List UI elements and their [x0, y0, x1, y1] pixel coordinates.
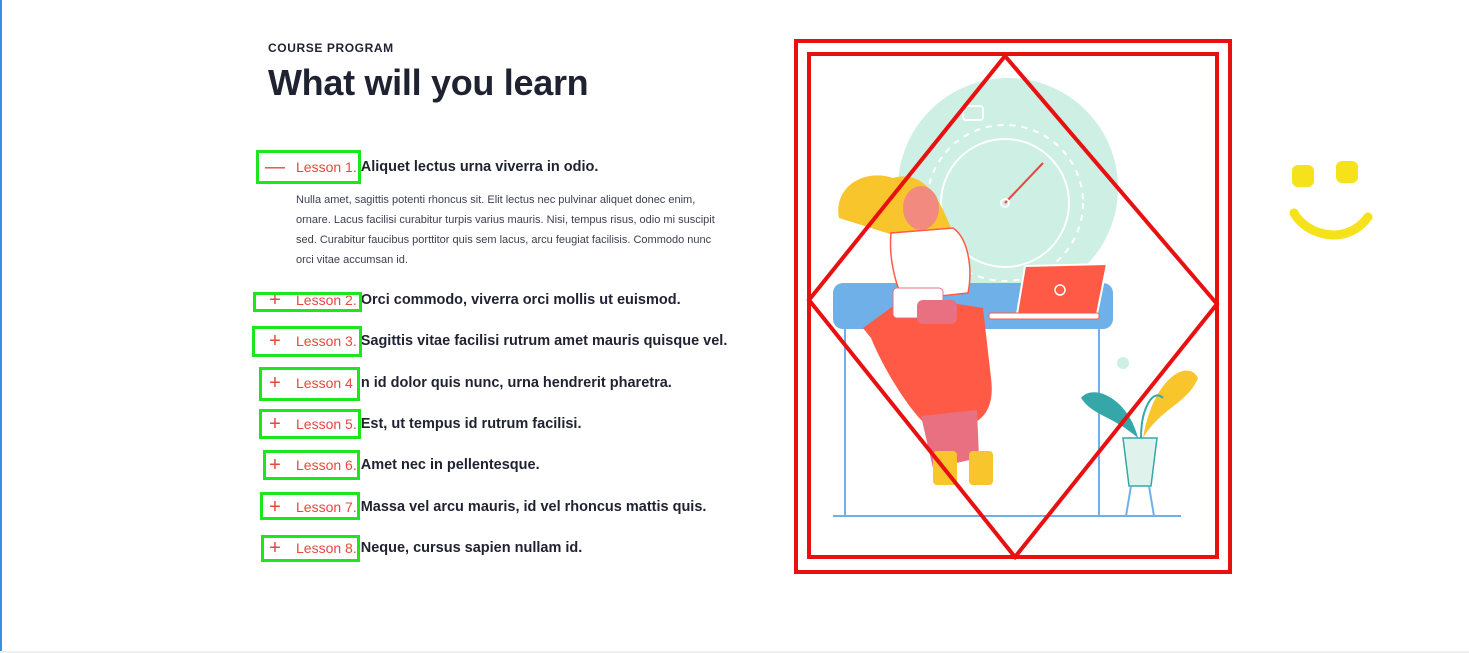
lesson-item-3[interactable]: + Lesson 3. Sagittis vitae facilisi rutr…: [262, 326, 727, 356]
minus-icon[interactable]: —: [262, 157, 288, 177]
lesson-number: Lesson 1.: [296, 159, 357, 175]
dot-decoration: [1117, 357, 1129, 369]
lesson-title: Massa vel arcu mauris, id vel rhoncus ma…: [360, 499, 707, 515]
lesson-number: Lesson 8.: [296, 540, 357, 556]
lesson-number: Lesson 4: [296, 375, 353, 391]
plus-icon[interactable]: +: [262, 290, 288, 310]
lesson-number: Lesson 2.: [296, 292, 357, 308]
lesson-item-8[interactable]: + Lesson 8. Neque, cursus sapien nullam …: [262, 533, 582, 563]
lesson-title: Aliquet lectus urna viverra in odio.: [360, 159, 599, 175]
plus-icon[interactable]: +: [262, 331, 288, 351]
plus-icon[interactable]: +: [262, 373, 288, 393]
lesson-item-2[interactable]: + Lesson 2. Orci commodo, viverra orci m…: [262, 285, 681, 315]
lesson-title: Orci commodo, viverra orci mollis ut eui…: [360, 292, 681, 308]
lesson-title: In id dolor quis nunc, urna hendrerit ph…: [356, 375, 672, 391]
lesson-number: Lesson 5.: [296, 416, 357, 432]
plus-icon[interactable]: +: [262, 538, 288, 558]
lesson-title: Est, ut tempus id rutrum facilisi.: [360, 416, 582, 432]
lesson-number: Lesson 3.: [296, 333, 357, 349]
plus-icon[interactable]: +: [262, 414, 288, 434]
course-illustration: [794, 39, 1232, 574]
lesson-number: Lesson 6.: [296, 457, 357, 473]
lesson-item-7[interactable]: + Lesson 7. Massa vel arcu mauris, id ve…: [262, 492, 706, 522]
lesson-number: Lesson 7.: [296, 499, 357, 515]
lesson-item-5[interactable]: + Lesson 5. Est, ut tempus id rutrum fac…: [262, 409, 581, 439]
smiley-annotation: [1289, 161, 1373, 240]
lesson-item-6[interactable]: + Lesson 6. Amet nec in pellentesque.: [262, 450, 540, 480]
lesson-title: Neque, cursus sapien nullam id.: [360, 540, 583, 556]
plus-icon[interactable]: +: [262, 497, 288, 517]
lesson-title: Sagittis vitae facilisi rutrum amet maur…: [360, 333, 728, 349]
lesson-title: Amet nec in pellentesque.: [360, 457, 540, 473]
lesson-item-4[interactable]: + Lesson 4 In id dolor quis nunc, urna h…: [262, 368, 672, 398]
lesson-item-1[interactable]: — Lesson 1. Aliquet lectus urna viverra …: [262, 152, 598, 182]
plus-icon[interactable]: +: [262, 455, 288, 475]
lesson-accordion: — Lesson 1. Aliquet lectus urna viverra …: [0, 0, 760, 653]
lesson-body: Nulla amet, sagittis potenti rhoncus sit…: [296, 194, 715, 266]
